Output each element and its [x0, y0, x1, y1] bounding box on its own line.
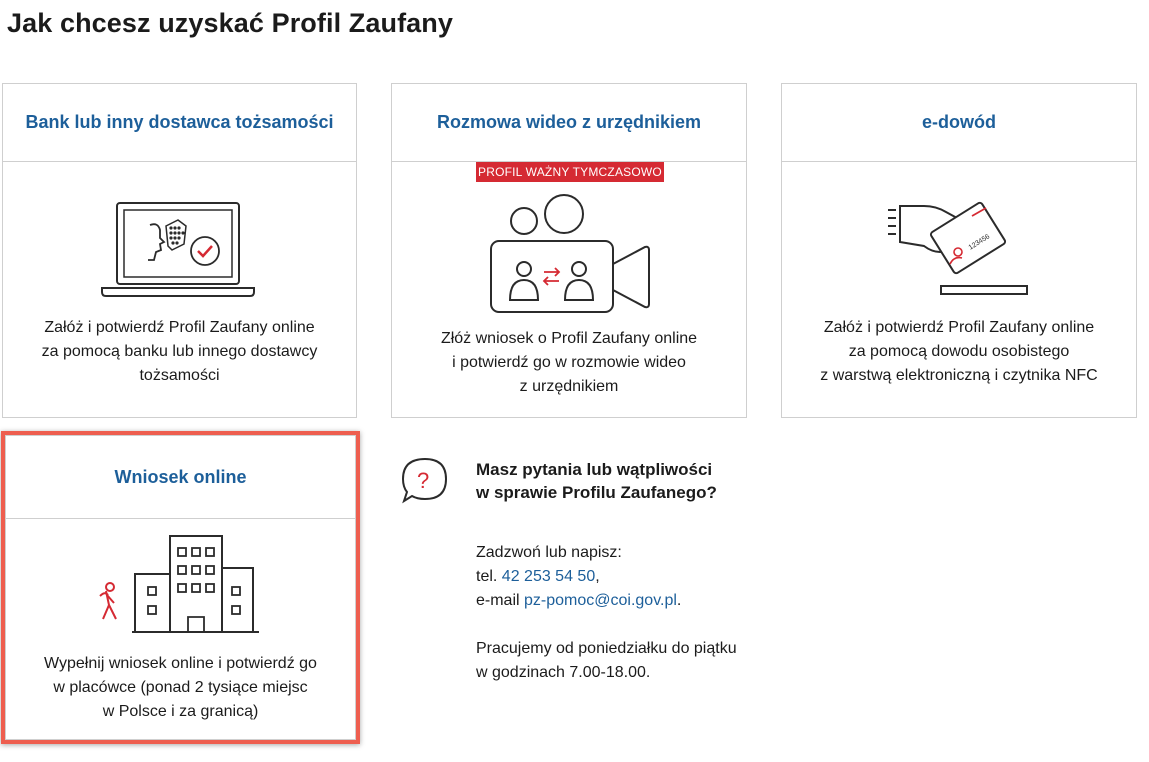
- card-wniosek-title[interactable]: Wniosek online: [6, 436, 355, 519]
- question-bubble-icon: ?: [401, 457, 448, 504]
- card-wniosek-description: Wypełnij wniosek online i potwierdź go w…: [44, 655, 317, 720]
- help-question: Masz pytania lub wątpliwości w sprawie P…: [476, 460, 717, 502]
- office-building-icon: [99, 535, 259, 633]
- working-hours-line-1: Pracujemy od poniedziałku do piątku: [476, 640, 737, 657]
- working-hours-line-2: w godzinach 7.00-18.00.: [476, 664, 651, 681]
- email-line: e-mail pz-pomoc@coi.gov.pl.: [476, 592, 682, 609]
- card-wniosek-online[interactable]: Wniosek online Wypełnij wniosek online i…: [5, 435, 356, 740]
- id-card-reader-icon: 123456: [888, 201, 1028, 295]
- video-call-icon: [490, 194, 650, 313]
- card-edowod-body: 123456 Załóż i potwierdź Profil Zaufany …: [782, 162, 1136, 417]
- card-edowod-title[interactable]: e-dowód: [782, 84, 1136, 162]
- svg-text:?: ?: [417, 468, 429, 493]
- page-title: Jak chcesz uzyskać Profil Zaufany: [7, 8, 454, 38]
- card-bank[interactable]: Bank lub inny dostawca tożsamości Załóż …: [2, 83, 357, 418]
- contact-intro: Zadzwoń lub napisz:: [476, 544, 622, 561]
- email-link[interactable]: pz-pomoc@coi.gov.pl: [524, 592, 677, 609]
- card-bank-body: Załóż i potwierdź Profil Zaufany online …: [3, 162, 356, 417]
- temporary-profile-badge: PROFIL WAŻNY TYMCZASOWO: [476, 162, 664, 182]
- card-video-body: PROFIL WAŻNY TYMCZASOWO Złóż wniosek o P…: [392, 162, 746, 417]
- phone-line: tel. 42 253 54 50,: [476, 568, 600, 585]
- card-edowod-description: Załóż i potwierdź Profil Zaufany online …: [820, 319, 1098, 384]
- phone-link[interactable]: 42 253 54 50: [502, 568, 595, 585]
- help-contact: Zadzwoń lub napisz: tel. 42 253 54 50, e…: [476, 541, 737, 685]
- card-video-title[interactable]: Rozmowa wideo z urzędnikiem: [392, 84, 746, 162]
- card-video[interactable]: Rozmowa wideo z urzędnikiem PROFIL WAŻNY…: [391, 83, 747, 418]
- laptop-identity-icon: [101, 202, 255, 297]
- card-bank-description: Załóż i potwierdź Profil Zaufany online …: [41, 319, 318, 384]
- card-bank-title[interactable]: Bank lub inny dostawca tożsamości: [3, 84, 356, 162]
- card-video-description: Złóż wniosek o Profil Zaufany online i p…: [440, 330, 698, 395]
- card-wniosek-body: Wypełnij wniosek online i potwierdź go w…: [6, 519, 355, 739]
- card-edowod[interactable]: e-dowód 123456 Załóż i potwierdź Profil …: [781, 83, 1137, 418]
